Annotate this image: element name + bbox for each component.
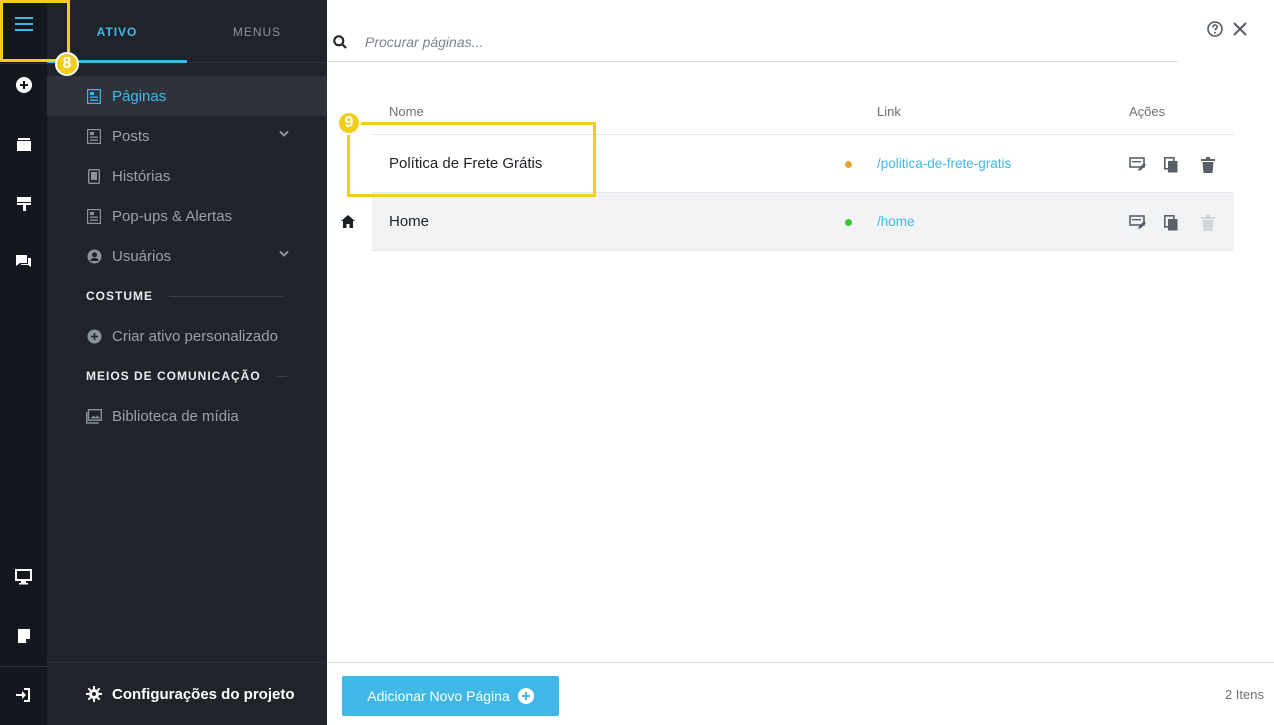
sidebar-item-create-custom[interactable]: Criar ativo personalizado (47, 316, 327, 356)
plus-circle-icon (86, 328, 102, 344)
section-heading-custom: COSTUME (86, 289, 283, 303)
sidebar-item-posts[interactable]: Posts (47, 116, 327, 156)
delete-button-disabled (1198, 213, 1218, 233)
footer-bar: Adicionar Novo Página 2 Itens (327, 662, 1274, 725)
icon-rail (0, 0, 47, 725)
close-icon[interactable] (1233, 22, 1247, 36)
story-icon (86, 168, 102, 184)
sidebar-item-label: Posts (112, 127, 150, 145)
sidebar-item-label: Páginas (112, 87, 167, 105)
sidebar-item-label: Usuários (112, 247, 172, 265)
sidebar-item-label: Criar ativo personalizado (112, 327, 278, 345)
tab-ativo-label: ATIVO (96, 24, 138, 39)
search-icon (333, 35, 347, 49)
section-heading-custom-label: COSTUME (86, 289, 153, 303)
sidebar-item-paginas[interactable]: Páginas (47, 76, 327, 116)
note-icon (17, 629, 30, 643)
copy-icon (1164, 215, 1178, 231)
rail-divider (0, 63, 47, 64)
edit-icon (1128, 157, 1146, 171)
items-count: 2 Itens (1224, 687, 1264, 702)
sidebar-item-label: Pop-ups & Alertas (112, 207, 233, 225)
copy-icon (1164, 157, 1178, 173)
column-header-actions: Ações (1129, 104, 1166, 119)
search-bar (327, 22, 1178, 62)
rail-divider-bottom (0, 666, 47, 667)
user-circle-icon (86, 248, 102, 264)
sidebar-item-historias[interactable]: Histórias (47, 156, 327, 196)
plus-circle-icon (517, 688, 534, 704)
trash-icon (1201, 157, 1215, 173)
popup-icon (86, 208, 102, 224)
add-new-page-button[interactable]: Adicionar Novo Página (342, 676, 559, 716)
section-heading-media-label: MEIOS DE COMUNICAÇÃO (86, 369, 261, 383)
help-icon[interactable] (1207, 21, 1223, 37)
sidebar-tabs: ATIVO MENUS (47, 0, 327, 63)
project-settings-label: Configurações do projeto (112, 685, 295, 703)
gear-icon (86, 686, 102, 702)
sign-out-icon (16, 688, 30, 702)
sidebar-item-label: Biblioteca de mídia (112, 407, 239, 425)
tab-menus-label: MENUS (232, 24, 282, 39)
app-window: ATIVO MENUS Páginas Posts Histórias Pop-… (0, 0, 1274, 725)
chevron-down-icon (279, 250, 289, 257)
edit-icon (1128, 215, 1146, 229)
desktop-preview-button[interactable] (0, 557, 47, 597)
images-icon (86, 408, 102, 424)
duplicate-button[interactable] (1161, 155, 1181, 175)
section-divider (276, 375, 287, 377)
pages-rail-button[interactable] (0, 124, 47, 164)
page-link[interactable]: /politica-de-frete-gratis (877, 156, 1011, 171)
tab-menus[interactable]: MENUS (187, 0, 327, 63)
trash-icon (1201, 215, 1215, 231)
column-header-link: Link (877, 104, 901, 119)
chevron-down-icon (279, 130, 289, 137)
page-icon (86, 88, 102, 104)
layers-icon (16, 138, 31, 151)
exit-button[interactable] (0, 675, 47, 715)
status-dot (845, 219, 852, 226)
post-icon (86, 128, 102, 144)
plus-circle-icon (15, 77, 32, 93)
step-badge-8: 8 (55, 52, 79, 76)
page-link[interactable]: /home (877, 214, 915, 229)
comments-rail-button[interactable] (0, 242, 47, 282)
page-name: Home (389, 213, 430, 230)
column-header-name: Nome (389, 104, 424, 119)
monitor-icon (15, 569, 32, 585)
duplicate-button[interactable] (1161, 213, 1181, 233)
status-dot (845, 161, 852, 168)
edit-button[interactable] (1127, 155, 1147, 175)
sidebar: ATIVO MENUS Páginas Posts Histórias Pop-… (47, 0, 327, 725)
sidebar-item-media-library[interactable]: Biblioteca de mídia (47, 396, 327, 436)
table-row[interactable]: Home /home (372, 193, 1234, 251)
highlight-box-row (347, 122, 596, 197)
section-heading-media: MEIOS DE COMUNICAÇÃO (86, 369, 287, 383)
highlight-box-menu (0, 0, 70, 62)
main-panel: Nome Link Ações Política de Frete Grátis… (327, 0, 1274, 725)
delete-button[interactable] (1198, 155, 1218, 175)
paint-roller-icon (16, 197, 31, 211)
sidebar-item-usuarios[interactable]: Usuários (47, 236, 327, 276)
notes-rail-button[interactable] (0, 616, 47, 656)
section-divider (169, 295, 283, 297)
step-badge-9: 9 (337, 111, 361, 135)
search-input[interactable] (365, 30, 1145, 54)
project-settings-button[interactable]: Configurações do projeto (47, 662, 327, 725)
sidebar-item-popups[interactable]: Pop-ups & Alertas (47, 196, 327, 236)
home-icon (341, 215, 355, 228)
brush-rail-button[interactable] (0, 184, 47, 224)
edit-button[interactable] (1127, 213, 1147, 233)
sidebar-item-label: Histórias (112, 167, 171, 185)
add-button[interactable] (0, 65, 47, 105)
add-new-page-label: Adicionar Novo Página (367, 688, 510, 704)
comments-icon (16, 255, 31, 267)
